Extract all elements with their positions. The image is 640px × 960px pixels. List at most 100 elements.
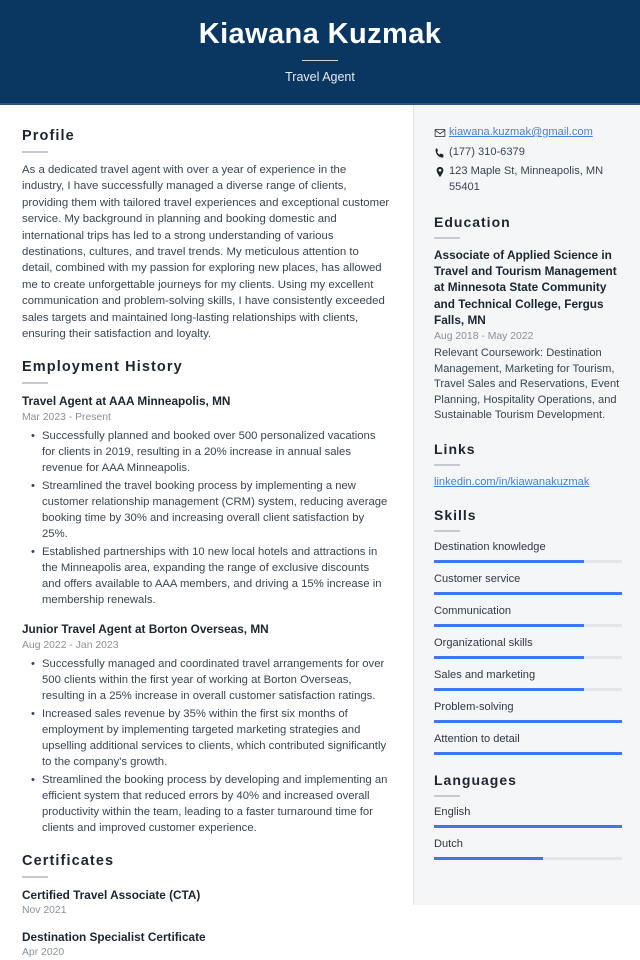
link-linkedin[interactable]: linkedin.com/in/kiawanakuzmak	[434, 474, 622, 490]
language-label: Dutch	[434, 837, 463, 850]
job-entry: Travel Agent at AAA Minneapolis, MN Mar …	[22, 393, 391, 608]
skill-track	[434, 623, 622, 627]
language-track	[434, 856, 622, 860]
education-section: Education Associate of Applied Science i…	[434, 213, 622, 424]
candidate-name: Kiawana Kuzmak	[198, 18, 442, 50]
profile-section: Profile As a dedicated travel agent with…	[22, 127, 391, 342]
skill-fill	[434, 559, 585, 563]
skill-fill	[434, 751, 622, 755]
map-pin-icon	[434, 164, 449, 178]
skill-label: Destination knowledge	[434, 540, 546, 553]
phone-icon	[434, 145, 449, 159]
job-bullet: Streamlined the booking process by devel…	[31, 772, 391, 836]
job-bullet: Established partnerships with 10 new loc…	[31, 544, 391, 608]
job-entry: Junior Travel Agent at Borton Overseas, …	[22, 621, 391, 836]
education-degree: Associate of Applied Science in Travel a…	[434, 248, 617, 327]
language-item: Dutch	[434, 837, 622, 860]
job-bullet: Streamlined the travel booking process b…	[31, 478, 391, 542]
section-underline	[434, 529, 460, 532]
profile-heading: Profile	[22, 128, 75, 144]
job-date: Aug 2022 - Jan 2023	[22, 640, 119, 652]
job-bullets: Successfully planned and booked over 500…	[22, 428, 391, 608]
certificate-title: Certified Travel Associate (CTA)	[22, 888, 201, 903]
skill-label: Organizational skills	[434, 636, 533, 649]
resume-body: Profile As a dedicated travel agent with…	[0, 105, 640, 958]
certificates-heading: Certificates	[22, 853, 115, 870]
profile-text: As a dedicated travel agent with over a …	[22, 164, 390, 341]
skill-fill	[434, 655, 585, 659]
links-heading: Links	[434, 440, 476, 457]
skill-fill	[434, 591, 622, 595]
certificates-section: Certificates Certified Travel Associate …	[22, 852, 391, 960]
skill-track	[434, 559, 622, 563]
employment-heading: Employment History	[22, 359, 183, 376]
skill-fill	[434, 719, 622, 723]
resume-page: Kiawana Kuzmak Travel Agent Profile As a…	[0, 0, 640, 958]
contact-email[interactable]: kiawana.kuzmak@gmail.com	[449, 125, 593, 141]
languages-heading: Languages	[434, 771, 517, 788]
skill-item: Problem-solving	[434, 700, 622, 723]
language-label: English	[434, 805, 471, 818]
section-underline	[22, 151, 48, 153]
job-title: Junior Travel Agent at Borton Overseas, …	[22, 622, 269, 637]
certificate-title: Destination Specialist Certificate	[22, 930, 206, 945]
skill-label: Sales and marketing	[434, 668, 536, 681]
links-section: Links linkedin.com/in/kiawanakuzmak	[434, 440, 622, 490]
sidebar-column: kiawana.kuzmak@gmail.com (177) 310-6379 …	[413, 105, 640, 905]
skill-label: Attention to detail	[434, 732, 520, 745]
skill-track	[434, 751, 622, 755]
language-fill	[434, 856, 544, 860]
job-title: Travel Agent at AAA Minneapolis, MN	[22, 394, 231, 409]
language-fill	[434, 824, 622, 828]
section-underline	[434, 237, 460, 239]
languages-section: Languages English Dutch	[434, 771, 622, 860]
job-bullet: Successfully managed and coordinated tra…	[31, 656, 391, 704]
contact-phone: (177) 310-6379	[449, 145, 525, 158]
job-bullet: Successfully planned and booked over 500…	[31, 428, 391, 476]
employment-section: Employment History Travel Agent at AAA M…	[22, 358, 391, 836]
job-bullets: Successfully managed and coordinated tra…	[22, 656, 391, 836]
contact-address: 123 Maple St, Minneapolis, MN 55401	[449, 165, 604, 193]
education-date: Aug 2018 - May 2022	[434, 331, 534, 343]
skill-track	[434, 591, 622, 595]
resume-header: Kiawana Kuzmak Travel Agent	[0, 0, 640, 105]
contact-section: kiawana.kuzmak@gmail.com (177) 310-6379 …	[434, 125, 622, 195]
skill-item: Organizational skills	[434, 636, 622, 659]
section-underline	[434, 794, 460, 797]
skill-label: Customer service	[434, 572, 521, 585]
skills-section: Skills Destination knowledge Customer se…	[434, 506, 622, 755]
skill-item: Attention to detail	[434, 732, 622, 755]
skill-item: Destination knowledge	[434, 540, 622, 563]
skill-label: Problem-solving	[434, 700, 514, 713]
contact-phone-row: (177) 310-6379	[434, 145, 622, 161]
certificate-item: Destination Specialist Certificate Apr 2…	[22, 929, 391, 960]
skills-heading: Skills	[434, 506, 477, 523]
candidate-job-title: Travel Agent	[285, 70, 355, 84]
skill-track	[434, 687, 622, 691]
skill-fill	[434, 623, 585, 627]
job-date: Mar 2023 - Present	[22, 412, 111, 424]
certificate-item: Certified Travel Associate (CTA) Nov 202…	[22, 887, 391, 918]
job-bullet: Increased sales revenue by 35% within th…	[31, 706, 391, 770]
certificate-date: Apr 2020	[22, 947, 65, 959]
section-underline	[434, 463, 460, 466]
skill-item: Customer service	[434, 572, 622, 595]
contact-address-row: 123 Maple St, Minneapolis, MN 55401	[434, 164, 622, 195]
header-divider	[302, 60, 338, 61]
section-underline	[22, 382, 48, 385]
skill-item: Communication	[434, 604, 622, 627]
education-description: Relevant Coursework: Destination Managem…	[434, 347, 620, 422]
contact-email-row[interactable]: kiawana.kuzmak@gmail.com	[434, 125, 622, 141]
certificate-date: Nov 2021	[22, 905, 67, 917]
language-track	[434, 824, 622, 828]
main-column: Profile As a dedicated travel agent with…	[0, 105, 413, 958]
skill-track	[434, 719, 622, 723]
skill-item: Sales and marketing	[434, 668, 622, 691]
skill-fill	[434, 687, 585, 691]
section-underline	[22, 876, 48, 879]
education-heading: Education	[434, 214, 511, 230]
skill-track	[434, 655, 622, 659]
envelope-icon	[434, 125, 449, 139]
language-item: English	[434, 805, 622, 828]
skill-label: Communication	[434, 604, 512, 617]
